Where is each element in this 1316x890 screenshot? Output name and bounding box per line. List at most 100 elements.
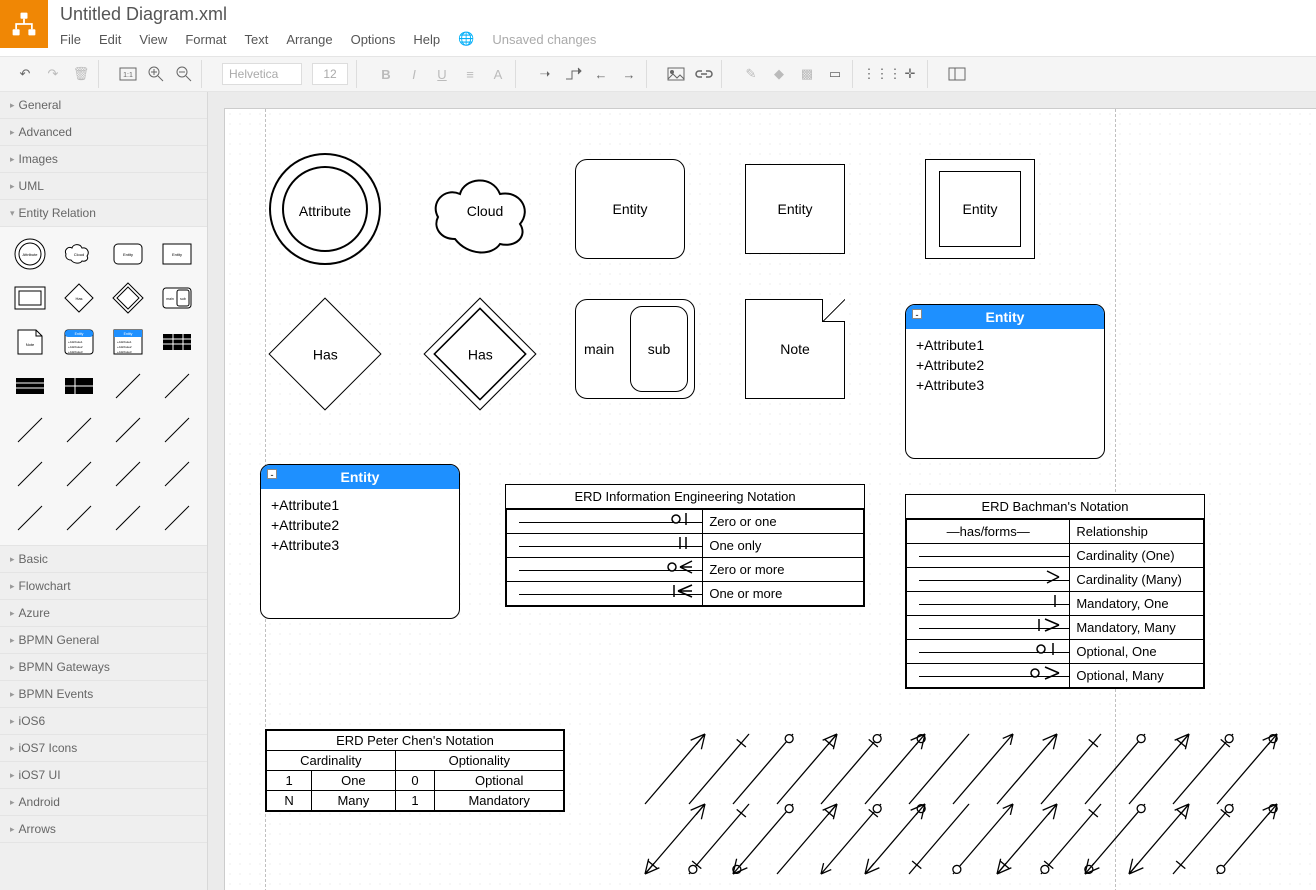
arrow-left-icon[interactable]: ← [592,65,610,83]
underline-icon[interactable]: U [433,65,451,83]
palette-line-4[interactable] [57,411,100,449]
menu-options[interactable]: Options [351,32,396,47]
bold-icon[interactable]: B [377,65,395,83]
link-icon[interactable] [695,65,713,83]
palette-line-6[interactable] [156,411,199,449]
shape-has-diamond-double[interactable]: Has [440,314,520,394]
arrow-right-icon[interactable]: → [620,65,638,83]
sidebar-section-bpmn-gateways[interactable]: BPMN Gateways [0,654,207,681]
delete-icon[interactable]: 🗑 [72,65,90,83]
palette-table-dark-2[interactable] [8,367,51,405]
font-select[interactable]: Helvetica [222,63,302,85]
actual-size-icon[interactable]: 1:1 [119,65,137,83]
palette-entity-framed[interactable] [8,279,51,317]
document-title[interactable]: Untitled Diagram.xml [60,0,596,25]
collapse-icon[interactable]: - [912,309,922,319]
entity-card-1[interactable]: -Entity +Attribute1 +Attribute2 +Attribu… [905,304,1105,459]
app-logo[interactable] [0,0,48,48]
sidebar-section-ios7-icons[interactable]: iOS7 Icons [0,735,207,762]
shape-entity-rounded[interactable]: Entity [575,159,685,259]
sidebar-section-uml[interactable]: UML [0,173,207,200]
grid-dots-icon[interactable]: ⋮⋮⋮ [873,65,891,83]
palette-line-13[interactable] [107,499,150,537]
shape-has-diamond[interactable]: Has [285,314,365,394]
sidebar-section-android[interactable]: Android [0,789,207,816]
palette-line-5[interactable] [107,411,150,449]
sidebar-section-bpmn-general[interactable]: BPMN General [0,627,207,654]
palette-main-sub[interactable]: mainsub [156,279,199,317]
font-size-select[interactable]: 12 [312,63,348,85]
globe-icon[interactable]: 🌐 [458,31,474,47]
shape-entity-plain[interactable]: Entity [745,164,845,254]
palette-table-dark[interactable] [156,323,199,361]
palette-line-3[interactable] [8,411,51,449]
entity-card-2[interactable]: -Entity +Attribute1 +Attribute2 +Attribu… [260,464,460,619]
menu-format[interactable]: Format [185,32,226,47]
ie-notation-table[interactable]: ERD Information Engineering Notation Zer… [505,484,865,607]
fill-color-icon[interactable]: ◆ [770,65,788,83]
palette-note[interactable]: Note [8,323,51,361]
palette-entity-rounded[interactable]: Entity [107,235,150,273]
redo-icon[interactable]: ↷ [44,65,62,83]
menu-text[interactable]: Text [244,32,268,47]
palette-line-14[interactable] [156,499,199,537]
palette-cloud[interactable]: Cloud [57,235,100,273]
palette-has-diamond-double[interactable] [107,279,150,317]
palette-line-8[interactable] [57,455,100,493]
menu-arrange[interactable]: Arrange [286,32,332,47]
zoom-in-icon[interactable] [147,65,165,83]
sidebar-section-bpmn-events[interactable]: BPMN Events [0,681,207,708]
palette-line-1[interactable] [107,367,150,405]
image-icon[interactable] [667,65,685,83]
menu-edit[interactable]: Edit [99,32,121,47]
gradient-icon[interactable]: ▭ [826,65,844,83]
sidebar-section-ios6[interactable]: iOS6 [0,708,207,735]
bachman-table[interactable]: ERD Bachman's Notation —has/forms—Relati… [905,494,1205,689]
sidebar-section-images[interactable]: Images [0,146,207,173]
palette-line-9[interactable] [107,455,150,493]
palette-attribute[interactable]: Attribute [8,235,51,273]
sidebar-section-general[interactable]: General [0,92,207,119]
bachman-row-1: Cardinality (One) [1070,544,1204,568]
palette-line-10[interactable] [156,455,199,493]
font-color-icon[interactable]: A [489,65,507,83]
shape-entity-framed[interactable]: Entity [925,159,1035,259]
menu-file[interactable]: File [60,32,81,47]
connector-sample[interactable] [1207,794,1287,884]
shape-attribute[interactable]: Attribute [265,149,385,272]
palette-has-diamond[interactable]: Has [57,279,100,317]
undo-icon[interactable]: ↶ [16,65,34,83]
sidebar-section-flowchart[interactable]: Flowchart [0,573,207,600]
italic-icon[interactable]: I [405,65,423,83]
sidebar-section-arrows[interactable]: Arrows [0,816,207,843]
shape-cloud[interactable]: Cloud [425,159,545,262]
palette-entity-plain[interactable]: Entity [156,235,199,273]
palette-entity-blue-1[interactable]: Entity+Attribute1+Attribute2+Attribute3 [57,323,100,361]
sidebar-section-basic[interactable]: Basic [0,546,207,573]
sidebar-section-entity-relation[interactable]: Entity Relation [0,200,207,227]
palette-line-2[interactable] [156,367,199,405]
palette-table-dark-3[interactable] [57,367,100,405]
sidebar-section-ios7-ui[interactable]: iOS7 UI [0,762,207,789]
connector-waypoint-icon[interactable] [564,65,582,83]
grid-guides-icon[interactable]: ✛ [901,65,919,83]
shape-main-sub[interactable]: main sub [575,299,695,399]
menu-help[interactable]: Help [413,32,440,47]
outline-toggle-icon[interactable] [948,65,966,83]
zoom-out-icon[interactable] [175,65,193,83]
align-icon[interactable]: ≡ [461,65,479,83]
chen-table[interactable]: ERD Peter Chen's Notation CardinalityOpt… [265,729,565,812]
canvas[interactable]: Attribute Cloud Entity Entity Entity [224,108,1316,890]
shape-note[interactable]: Note [745,299,845,399]
sidebar-section-advanced[interactable]: Advanced [0,119,207,146]
collapse-icon[interactable]: - [267,469,277,479]
line-color-icon[interactable]: ✎ [742,65,760,83]
palette-line-7[interactable] [8,455,51,493]
connector-straight-icon[interactable]: ➝ [536,65,554,83]
sidebar-section-azure[interactable]: Azure [0,600,207,627]
palette-line-11[interactable] [8,499,51,537]
palette-entity-blue-2[interactable]: Entity+Attribute1+Attribute2+Attribute3 [107,323,150,361]
menu-view[interactable]: View [139,32,167,47]
palette-line-12[interactable] [57,499,100,537]
shadow-icon[interactable]: ▩ [798,65,816,83]
